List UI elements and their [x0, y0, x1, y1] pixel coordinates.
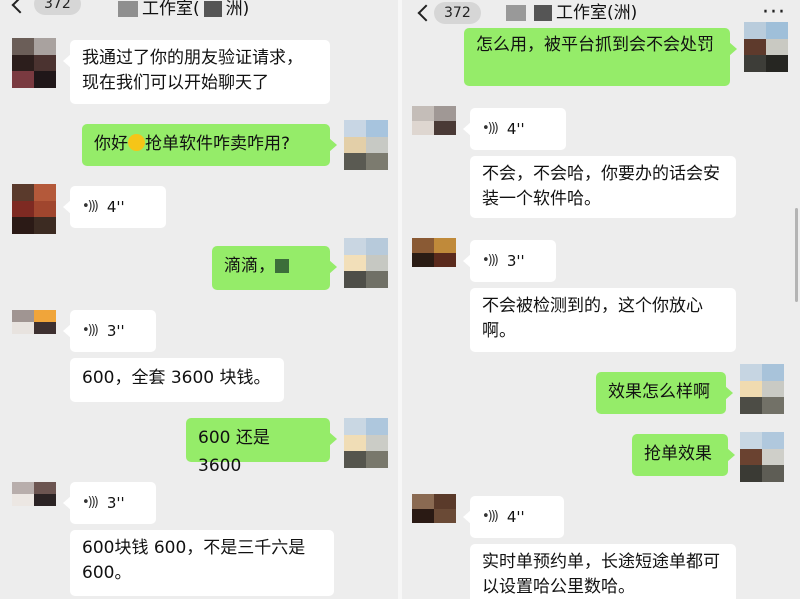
avatar[interactable] [12, 38, 56, 88]
avatar[interactable] [344, 238, 388, 288]
mosaic-blur [203, 1, 222, 17]
chat-title-tail: 洲) [613, 3, 638, 23]
avatar[interactable] [412, 494, 456, 538]
mosaic-blur [534, 5, 552, 21]
chat-panel-left: 372 工作室( 洲) 我通过了你的朋友验证请求，现在我们可以开始聊天了 你好 抢单… [0, 0, 398, 599]
message-text: 抢单软件咋卖咋用? [145, 134, 291, 154]
avatar[interactable] [344, 418, 388, 468]
voice-duration: 3'' [506, 252, 525, 270]
voice-message[interactable]: •))) 3'' [63, 310, 156, 352]
avatar[interactable] [12, 310, 56, 346]
chevron-left-icon[interactable] [11, 0, 29, 14]
avatar[interactable] [412, 238, 456, 282]
voice-duration: 4'' [506, 120, 525, 138]
message-bubble-incoming[interactable]: 不会，不会哈，你要办的话会安装一个软件哈。 [470, 156, 736, 218]
message-bubble-outgoing[interactable]: 怎么用，被平台抓到会不会处罚 [464, 28, 737, 86]
message-bubble-outgoing[interactable]: 600 还是 3600 [186, 418, 337, 476]
voice-message[interactable]: •))) 4'' [63, 186, 166, 228]
chat-title-text: 工作室( [556, 3, 614, 23]
voice-message[interactable]: •))) 4'' [463, 496, 564, 538]
chat-header: 372 工作室( 洲) [0, 0, 398, 20]
avatar[interactable] [412, 106, 456, 150]
message-bubble-outgoing[interactable]: 你好 抢单软件咋卖咋用? [82, 124, 337, 166]
unread-count-badge[interactable]: 372 [34, 0, 81, 15]
message-bubble-outgoing[interactable]: 滴滴， [212, 246, 337, 290]
voice-message[interactable]: •))) 3'' [63, 482, 156, 524]
message-bubble-incoming[interactable]: 600，全套 3600 块钱。 [70, 358, 284, 402]
chat-title-tail: 洲) [225, 0, 250, 19]
message-bubble-incoming[interactable]: 实时单预约单，长途短途单都可以设置哈公里数哈。 [470, 544, 736, 599]
voice-message[interactable]: •))) 3'' [463, 240, 556, 282]
avatar[interactable] [740, 432, 784, 482]
chat-title: 工作室(洲) [506, 0, 637, 23]
mosaic-blur [275, 259, 289, 273]
voice-wave-icon: •))) [82, 323, 99, 338]
voice-wave-icon: •))) [482, 253, 499, 268]
voice-duration: 3'' [106, 322, 125, 340]
message-text: 你好 [94, 134, 128, 154]
unread-count-badge[interactable]: 372 [434, 2, 481, 24]
message-bubble-outgoing[interactable]: 效果怎么样啊 [596, 372, 733, 414]
voice-duration: 3'' [106, 494, 125, 512]
message-bubble-incoming[interactable]: 不会被检测到的，这个你放心啊。 [470, 288, 736, 352]
chevron-left-icon[interactable] [417, 4, 435, 22]
voice-wave-icon: •))) [482, 121, 499, 136]
avatar[interactable] [744, 22, 788, 72]
scrollbar[interactable] [795, 208, 798, 302]
avatar[interactable] [740, 364, 784, 414]
mosaic-blur [118, 1, 138, 17]
voice-wave-icon: •))) [82, 495, 99, 510]
voice-duration: 4'' [506, 508, 525, 526]
mosaic-blur [506, 5, 526, 21]
message-text: 滴滴， [224, 256, 275, 276]
message-bubble-outgoing[interactable]: 抢单效果 [632, 434, 735, 476]
avatar[interactable] [12, 184, 56, 234]
chat-title: 工作室( 洲) [118, 0, 249, 19]
voice-message[interactable]: •))) 4'' [463, 108, 566, 150]
chat-panel-right: 372 工作室(洲) ··· 怎么用，被平台抓到会不会处罚 •))) 4'' 不会… [402, 0, 800, 599]
message-bubble-incoming[interactable]: 我通过了你的朋友验证请求，现在我们可以开始聊天了 [63, 40, 330, 104]
chat-title-text: 工作室( [142, 0, 200, 19]
avatar[interactable] [344, 120, 388, 170]
avatar[interactable] [12, 482, 56, 518]
message-bubble-incoming[interactable]: 600块钱 600，不是三千六是 600。 [70, 530, 334, 596]
chat-header: 372 工作室(洲) ··· [402, 0, 800, 30]
voice-duration: 4'' [106, 198, 125, 216]
voice-wave-icon: •))) [82, 199, 99, 214]
smile-emoji-icon [128, 134, 145, 151]
voice-wave-icon: •))) [482, 509, 499, 524]
